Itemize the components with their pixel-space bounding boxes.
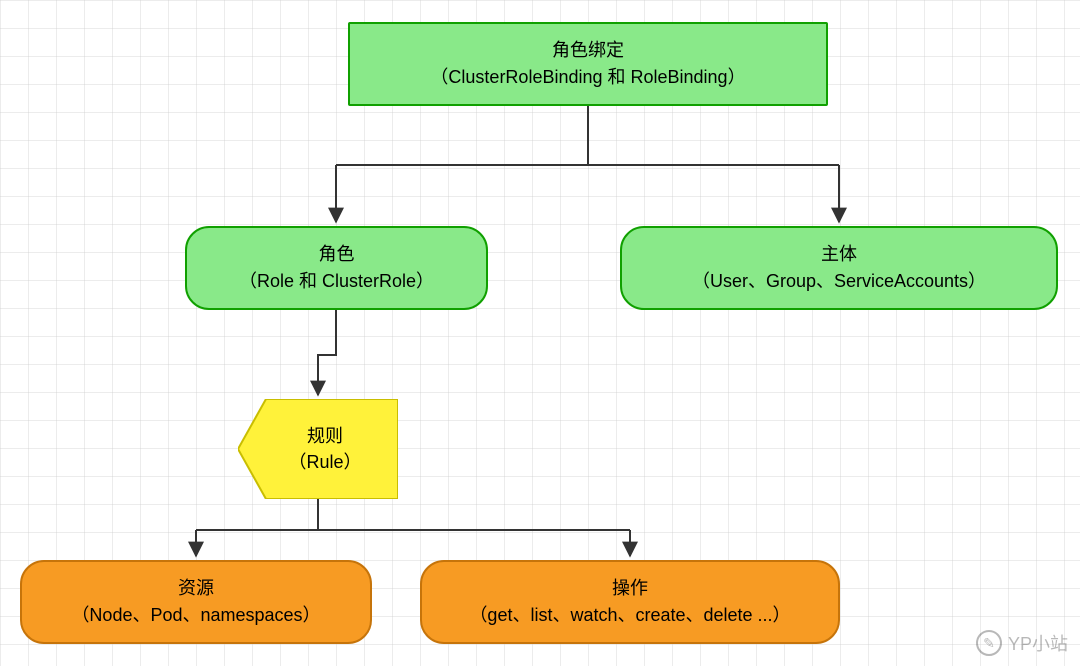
node-role-binding-subtitle: （ClusterRoleBinding 和 RoleBinding） bbox=[430, 64, 745, 91]
node-action-subtitle: （get、list、watch、create、delete ...） bbox=[469, 602, 790, 629]
node-rule-subtitle: （Rule） bbox=[288, 449, 361, 475]
node-role-binding-title: 角色绑定 bbox=[552, 37, 624, 64]
node-role-subtitle: （Role 和 ClusterRole） bbox=[239, 268, 434, 295]
node-subject-title: 主体 bbox=[821, 241, 857, 268]
node-resource-subtitle: （Node、Pod、namespaces） bbox=[71, 602, 320, 629]
node-rule-title: 规则 bbox=[307, 423, 343, 449]
node-resource-title: 资源 bbox=[178, 575, 214, 602]
watermark-icon: ✎ bbox=[976, 630, 1002, 656]
watermark-icon-glyph: ✎ bbox=[983, 635, 995, 652]
watermark-text: YP小站 bbox=[1008, 630, 1068, 656]
node-rule: 规则 （Rule） bbox=[238, 399, 398, 499]
node-role-binding: 角色绑定 （ClusterRoleBinding 和 RoleBinding） bbox=[348, 22, 828, 106]
node-action-title: 操作 bbox=[612, 575, 648, 602]
node-role-title: 角色 bbox=[319, 241, 355, 268]
node-subject-subtitle: （User、Group、ServiceAccounts） bbox=[692, 268, 986, 295]
node-resource: 资源 （Node、Pod、namespaces） bbox=[20, 560, 372, 644]
node-role: 角色 （Role 和 ClusterRole） bbox=[185, 226, 488, 310]
node-subject: 主体 （User、Group、ServiceAccounts） bbox=[620, 226, 1058, 310]
node-action: 操作 （get、list、watch、create、delete ...） bbox=[420, 560, 840, 644]
watermark: ✎ YP小站 bbox=[976, 630, 1068, 656]
